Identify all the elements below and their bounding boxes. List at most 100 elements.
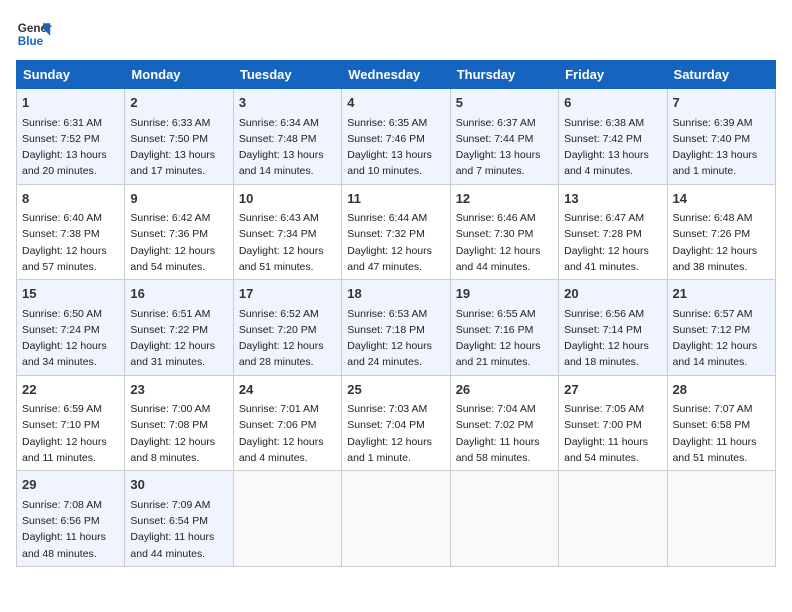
- day-cell: 19Sunrise: 6:55 AM Sunset: 7:16 PM Dayli…: [450, 280, 558, 376]
- day-info: Sunrise: 6:52 AM Sunset: 7:20 PM Dayligh…: [239, 306, 336, 371]
- day-number: 4: [347, 93, 444, 113]
- day-number: 21: [673, 284, 770, 304]
- day-number: 14: [673, 189, 770, 209]
- day-number: 22: [22, 380, 119, 400]
- header: General Blue: [16, 16, 776, 52]
- day-number: 7: [673, 93, 770, 113]
- day-info: Sunrise: 6:59 AM Sunset: 7:10 PM Dayligh…: [22, 401, 119, 466]
- day-info: Sunrise: 7:05 AM Sunset: 7:00 PM Dayligh…: [564, 401, 661, 466]
- day-number: 12: [456, 189, 553, 209]
- day-number: 13: [564, 189, 661, 209]
- day-cell: 2Sunrise: 6:33 AM Sunset: 7:50 PM Daylig…: [125, 89, 233, 185]
- day-info: Sunrise: 6:43 AM Sunset: 7:34 PM Dayligh…: [239, 210, 336, 275]
- day-cell: 8Sunrise: 6:40 AM Sunset: 7:38 PM Daylig…: [17, 184, 125, 280]
- day-cell: [559, 471, 667, 567]
- day-info: Sunrise: 7:04 AM Sunset: 7:02 PM Dayligh…: [456, 401, 553, 466]
- logo-icon: General Blue: [16, 16, 52, 52]
- week-row-3: 15Sunrise: 6:50 AM Sunset: 7:24 PM Dayli…: [17, 280, 776, 376]
- day-cell: 10Sunrise: 6:43 AM Sunset: 7:34 PM Dayli…: [233, 184, 341, 280]
- day-cell: 14Sunrise: 6:48 AM Sunset: 7:26 PM Dayli…: [667, 184, 775, 280]
- day-info: Sunrise: 6:35 AM Sunset: 7:46 PM Dayligh…: [347, 115, 444, 180]
- day-info: Sunrise: 6:57 AM Sunset: 7:12 PM Dayligh…: [673, 306, 770, 371]
- day-cell: 22Sunrise: 6:59 AM Sunset: 7:10 PM Dayli…: [17, 375, 125, 471]
- day-cell: 7Sunrise: 6:39 AM Sunset: 7:40 PM Daylig…: [667, 89, 775, 185]
- day-info: Sunrise: 6:53 AM Sunset: 7:18 PM Dayligh…: [347, 306, 444, 371]
- day-info: Sunrise: 7:08 AM Sunset: 6:56 PM Dayligh…: [22, 497, 119, 562]
- day-number: 2: [130, 93, 227, 113]
- logo: General Blue: [16, 16, 52, 52]
- day-cell: 21Sunrise: 6:57 AM Sunset: 7:12 PM Dayli…: [667, 280, 775, 376]
- day-info: Sunrise: 6:47 AM Sunset: 7:28 PM Dayligh…: [564, 210, 661, 275]
- day-number: 10: [239, 189, 336, 209]
- day-cell: 17Sunrise: 6:52 AM Sunset: 7:20 PM Dayli…: [233, 280, 341, 376]
- day-info: Sunrise: 6:44 AM Sunset: 7:32 PM Dayligh…: [347, 210, 444, 275]
- day-number: 1: [22, 93, 119, 113]
- week-row-4: 22Sunrise: 6:59 AM Sunset: 7:10 PM Dayli…: [17, 375, 776, 471]
- day-cell: 4Sunrise: 6:35 AM Sunset: 7:46 PM Daylig…: [342, 89, 450, 185]
- day-number: 27: [564, 380, 661, 400]
- day-info: Sunrise: 7:09 AM Sunset: 6:54 PM Dayligh…: [130, 497, 227, 562]
- day-info: Sunrise: 6:48 AM Sunset: 7:26 PM Dayligh…: [673, 210, 770, 275]
- day-number: 6: [564, 93, 661, 113]
- day-number: 26: [456, 380, 553, 400]
- day-number: 28: [673, 380, 770, 400]
- column-header-monday: Monday: [125, 61, 233, 89]
- day-info: Sunrise: 6:51 AM Sunset: 7:22 PM Dayligh…: [130, 306, 227, 371]
- day-number: 8: [22, 189, 119, 209]
- column-header-tuesday: Tuesday: [233, 61, 341, 89]
- day-cell: 15Sunrise: 6:50 AM Sunset: 7:24 PM Dayli…: [17, 280, 125, 376]
- column-header-friday: Friday: [559, 61, 667, 89]
- day-number: 18: [347, 284, 444, 304]
- day-info: Sunrise: 7:01 AM Sunset: 7:06 PM Dayligh…: [239, 401, 336, 466]
- day-cell: 11Sunrise: 6:44 AM Sunset: 7:32 PM Dayli…: [342, 184, 450, 280]
- week-row-5: 29Sunrise: 7:08 AM Sunset: 6:56 PM Dayli…: [17, 471, 776, 567]
- day-cell: [233, 471, 341, 567]
- day-info: Sunrise: 7:07 AM Sunset: 6:58 PM Dayligh…: [673, 401, 770, 466]
- day-info: Sunrise: 6:34 AM Sunset: 7:48 PM Dayligh…: [239, 115, 336, 180]
- day-cell: 16Sunrise: 6:51 AM Sunset: 7:22 PM Dayli…: [125, 280, 233, 376]
- day-number: 25: [347, 380, 444, 400]
- day-number: 3: [239, 93, 336, 113]
- day-info: Sunrise: 6:42 AM Sunset: 7:36 PM Dayligh…: [130, 210, 227, 275]
- day-number: 24: [239, 380, 336, 400]
- column-header-thursday: Thursday: [450, 61, 558, 89]
- day-info: Sunrise: 6:50 AM Sunset: 7:24 PM Dayligh…: [22, 306, 119, 371]
- day-info: Sunrise: 6:39 AM Sunset: 7:40 PM Dayligh…: [673, 115, 770, 180]
- day-cell: 9Sunrise: 6:42 AM Sunset: 7:36 PM Daylig…: [125, 184, 233, 280]
- day-cell: 23Sunrise: 7:00 AM Sunset: 7:08 PM Dayli…: [125, 375, 233, 471]
- day-cell: 3Sunrise: 6:34 AM Sunset: 7:48 PM Daylig…: [233, 89, 341, 185]
- day-cell: 26Sunrise: 7:04 AM Sunset: 7:02 PM Dayli…: [450, 375, 558, 471]
- day-cell: 24Sunrise: 7:01 AM Sunset: 7:06 PM Dayli…: [233, 375, 341, 471]
- day-cell: 5Sunrise: 6:37 AM Sunset: 7:44 PM Daylig…: [450, 89, 558, 185]
- day-info: Sunrise: 6:38 AM Sunset: 7:42 PM Dayligh…: [564, 115, 661, 180]
- day-cell: 29Sunrise: 7:08 AM Sunset: 6:56 PM Dayli…: [17, 471, 125, 567]
- day-info: Sunrise: 7:00 AM Sunset: 7:08 PM Dayligh…: [130, 401, 227, 466]
- svg-text:Blue: Blue: [18, 35, 44, 48]
- day-cell: 18Sunrise: 6:53 AM Sunset: 7:18 PM Dayli…: [342, 280, 450, 376]
- day-cell: 20Sunrise: 6:56 AM Sunset: 7:14 PM Dayli…: [559, 280, 667, 376]
- day-number: 20: [564, 284, 661, 304]
- day-number: 11: [347, 189, 444, 209]
- day-cell: 1Sunrise: 6:31 AM Sunset: 7:52 PM Daylig…: [17, 89, 125, 185]
- day-cell: [450, 471, 558, 567]
- column-header-sunday: Sunday: [17, 61, 125, 89]
- day-number: 23: [130, 380, 227, 400]
- day-number: 30: [130, 475, 227, 495]
- column-header-saturday: Saturday: [667, 61, 775, 89]
- day-info: Sunrise: 7:03 AM Sunset: 7:04 PM Dayligh…: [347, 401, 444, 466]
- day-cell: 12Sunrise: 6:46 AM Sunset: 7:30 PM Dayli…: [450, 184, 558, 280]
- day-number: 15: [22, 284, 119, 304]
- calendar-table: SundayMondayTuesdayWednesdayThursdayFrid…: [16, 60, 776, 567]
- day-cell: 30Sunrise: 7:09 AM Sunset: 6:54 PM Dayli…: [125, 471, 233, 567]
- day-number: 16: [130, 284, 227, 304]
- column-header-wednesday: Wednesday: [342, 61, 450, 89]
- day-info: Sunrise: 6:31 AM Sunset: 7:52 PM Dayligh…: [22, 115, 119, 180]
- day-cell: 28Sunrise: 7:07 AM Sunset: 6:58 PM Dayli…: [667, 375, 775, 471]
- day-info: Sunrise: 6:40 AM Sunset: 7:38 PM Dayligh…: [22, 210, 119, 275]
- day-cell: 13Sunrise: 6:47 AM Sunset: 7:28 PM Dayli…: [559, 184, 667, 280]
- day-cell: 6Sunrise: 6:38 AM Sunset: 7:42 PM Daylig…: [559, 89, 667, 185]
- day-info: Sunrise: 6:37 AM Sunset: 7:44 PM Dayligh…: [456, 115, 553, 180]
- week-row-1: 1Sunrise: 6:31 AM Sunset: 7:52 PM Daylig…: [17, 89, 776, 185]
- day-info: Sunrise: 6:56 AM Sunset: 7:14 PM Dayligh…: [564, 306, 661, 371]
- day-number: 9: [130, 189, 227, 209]
